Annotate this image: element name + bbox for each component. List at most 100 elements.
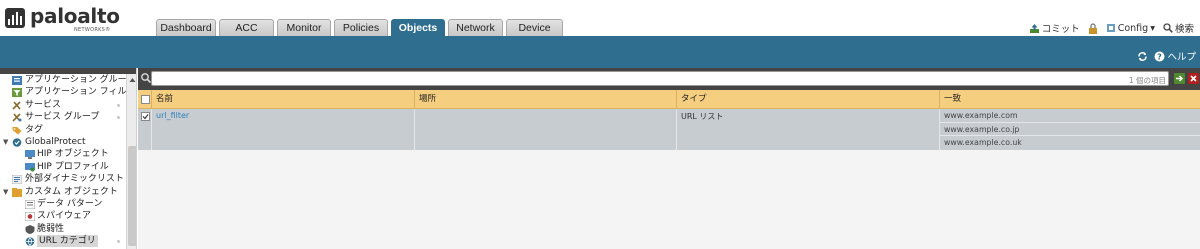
column-header-type[interactable]: タイプ — [677, 90, 940, 109]
commit-button[interactable]: コミット — [1029, 21, 1080, 35]
sidebar-item-globalprotect[interactable]: ▼ GlobalProtect — [0, 136, 126, 148]
object-tree: アプリケーション グループ アプリケーション フィルタ サービス サービス グル… — [0, 74, 136, 248]
match-cell: www.example.com www.example.co.jp www.ex… — [940, 109, 1200, 150]
custom-object-icon — [12, 187, 22, 197]
sidebar-item-app-group[interactable]: アプリケーション グループ — [0, 74, 135, 86]
sidebar-item-label: URL カテゴリ — [37, 235, 98, 248]
paloalto-logo: paloalto NETWORKS® — [4, 4, 120, 34]
sidebar-scrollbar[interactable] — [126, 74, 137, 249]
search-button[interactable]: 検索 — [1163, 21, 1194, 35]
sidebar-item-label: アプリケーション グループ — [25, 75, 136, 85]
arrow-right-icon — [1176, 75, 1183, 82]
header-actions: コミット Config ▾ 検索 — [1029, 21, 1194, 35]
sidebar-item-label: データ パターン — [37, 198, 103, 209]
scroll-up-icon[interactable] — [128, 76, 137, 84]
refresh-icon[interactable] — [1137, 51, 1148, 62]
tab-dashboard[interactable]: Dashboard — [156, 19, 216, 36]
main-tabs: Dashboard ACC Monitor Policies Objects N… — [156, 19, 563, 36]
tab-monitor[interactable]: Monitor — [277, 19, 331, 36]
service-icon — [12, 101, 21, 110]
commit-icon — [1029, 23, 1039, 33]
toolbar: ? ヘルプ — [0, 36, 1200, 68]
logo-wordmark: paloalto — [30, 4, 120, 28]
vulnerability-icon — [25, 224, 35, 234]
url-category-icon — [25, 237, 35, 247]
sidebar-item-label: カスタム オブジェクト — [25, 186, 118, 197]
sidebar-item-vulnerability[interactable]: 脆弱性 — [0, 223, 126, 235]
close-icon — [1190, 75, 1197, 82]
column-header-name[interactable]: 名前 — [152, 90, 415, 109]
help-button[interactable]: ? ヘルプ — [1154, 49, 1196, 63]
sidebar-item-data-pattern[interactable]: データ パターン — [0, 198, 126, 210]
lock-icon — [1088, 22, 1097, 34]
apply-filter-button[interactable] — [1174, 73, 1185, 84]
chevron-down-icon: ▾ — [1150, 22, 1155, 34]
help-label: ヘルプ — [1167, 52, 1196, 63]
tab-policies[interactable]: Policies — [334, 19, 388, 36]
sidebar-item-indicator — [117, 116, 120, 120]
sidebar-item-label: アプリケーション フィルタ — [25, 87, 136, 98]
tab-acc[interactable]: ACC — [219, 19, 274, 36]
data-pattern-icon — [25, 199, 35, 209]
sidebar-item-service-group[interactable]: サービス グループ — [0, 111, 126, 123]
help-icon: ? — [1154, 51, 1165, 61]
column-header-location[interactable]: 場所 — [415, 90, 677, 109]
toolbar-actions: ? ヘルプ — [1137, 49, 1196, 63]
spyware-icon — [25, 212, 35, 222]
tab-objects[interactable]: Objects — [391, 19, 445, 36]
sidebar-item-service[interactable]: サービス — [0, 99, 126, 111]
objects-main-panel: 1 個の項目 名前 場所 タイプ 一致 url_filter URL リスト w… — [138, 68, 1200, 249]
select-all-checkbox[interactable] — [141, 95, 150, 104]
table-row[interactable]: url_filter URL リスト www.example.com www.e… — [138, 109, 1200, 150]
sidebar-item-label: HIP オブジェクト — [37, 149, 109, 160]
collapse-icon[interactable]: ▼ — [3, 136, 8, 148]
sidebar-item-spyware[interactable]: スパイウェア — [0, 210, 126, 222]
app-group-icon — [12, 76, 22, 85]
tab-device[interactable]: Device — [506, 19, 563, 36]
search-icon — [1163, 23, 1173, 33]
select-all-cell — [138, 90, 152, 109]
row-checkbox[interactable] — [141, 112, 150, 121]
lock-button[interactable] — [1088, 22, 1098, 34]
sidebar-item-indicator — [117, 103, 120, 107]
match-entry: www.example.co.jp — [940, 123, 1200, 137]
filter-input[interactable] — [151, 71, 1169, 86]
sidebar-item-indicator — [117, 240, 120, 244]
sidebar-item-app-filter[interactable]: アプリケーション フィルタ — [0, 86, 136, 98]
sidebar-item-label: サービス グループ — [25, 112, 100, 123]
sidebar-item-label: 外部ダイナミックリスト — [25, 174, 124, 185]
sidebar-item-hip-object[interactable]: HIP オブジェクト — [0, 148, 126, 160]
logo-mark-icon — [5, 8, 25, 28]
svg-text:?: ? — [1158, 52, 1163, 61]
sidebar-item-label: GlobalProtect — [25, 136, 86, 147]
row-select-cell — [138, 109, 152, 150]
config-menu[interactable]: Config ▾ — [1106, 23, 1155, 34]
sidebar-item-tag[interactable]: タグ — [0, 124, 126, 136]
top-header: paloalto NETWORKS® Dashboard ACC Monitor… — [0, 0, 1200, 36]
match-entry: www.example.com — [940, 109, 1200, 123]
logo-subtitle: NETWORKS® — [74, 27, 111, 33]
sidebar-item-label: サービス — [25, 99, 62, 110]
globalprotect-icon — [12, 138, 22, 147]
filter-bar: 1 個の項目 — [138, 68, 1200, 90]
sidebar-item-label: 脆弱性 — [37, 223, 65, 234]
match-entry: www.example.co.uk — [944, 138, 1022, 148]
scrollbar-thumb[interactable] — [128, 146, 136, 246]
name-cell: url_filter — [152, 109, 415, 150]
column-header-match[interactable]: 一致 — [940, 90, 1200, 109]
hip-profile-icon — [25, 162, 35, 172]
clear-filter-button[interactable] — [1188, 73, 1199, 84]
sidebar-item-label: HIP プロファイル — [37, 161, 109, 172]
hip-object-icon — [25, 150, 35, 160]
external-list-icon — [12, 175, 22, 185]
sidebar-item-custom-object[interactable]: ▼ カスタム オブジェクト — [0, 186, 126, 198]
type-cell: URL リスト — [677, 109, 940, 150]
sidebar-item-url-category[interactable]: URL カテゴリ — [0, 235, 126, 248]
sidebar-item-hip-profile[interactable]: HIP プロファイル — [0, 161, 126, 173]
objects-sidebar: アプリケーション グループ アプリケーション フィルタ サービス サービス グル… — [0, 68, 137, 249]
collapse-icon[interactable]: ▼ — [3, 186, 8, 198]
sidebar-item-label: スパイウェア — [37, 211, 92, 222]
sidebar-item-external-list[interactable]: 外部ダイナミックリスト — [0, 173, 126, 185]
tab-network[interactable]: Network — [448, 19, 503, 36]
object-name-link[interactable]: url_filter — [156, 111, 189, 120]
